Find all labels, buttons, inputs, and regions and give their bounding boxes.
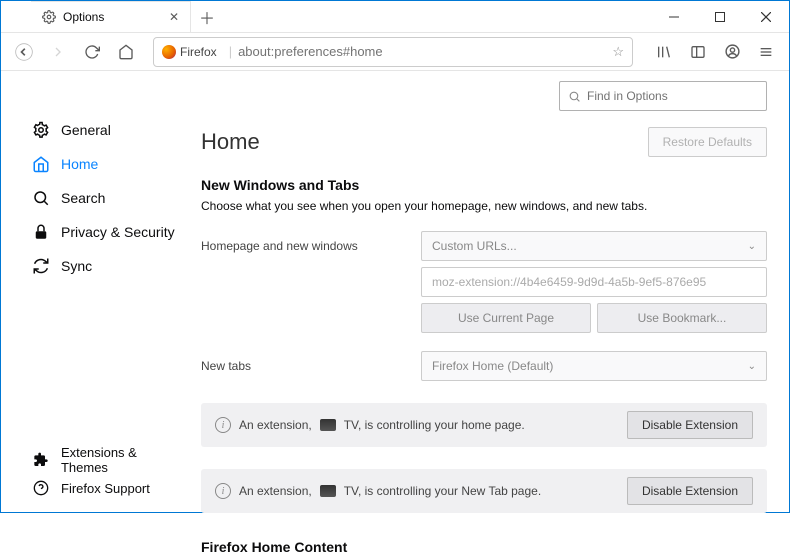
homepage-label: Homepage and new windows xyxy=(201,239,397,253)
titlebar: Options ✕ ＋ xyxy=(1,1,789,33)
bookmark-star-icon[interactable]: ☆ xyxy=(612,44,624,60)
sidebar-firefox-support[interactable]: Firefox Support xyxy=(27,474,187,502)
tv-extension-icon xyxy=(320,485,336,497)
restore-defaults-button[interactable]: Restore Defaults xyxy=(648,127,767,157)
library-button[interactable] xyxy=(649,37,679,67)
sidebar-extensions-themes[interactable]: Extensions & Themes xyxy=(27,446,187,474)
extension-warning-newtab: i An extension, TV, is controlling your … xyxy=(201,469,767,513)
use-bookmark-button[interactable]: Use Bookmark... xyxy=(597,303,767,333)
browser-tab[interactable]: Options ✕ xyxy=(31,1,191,32)
sidebar-item-home[interactable]: Home xyxy=(27,147,187,181)
preferences-sidebar: General Home Search Privacy & Security S… xyxy=(1,71,187,514)
content: Find in Options Home Restore Defaults Ne… xyxy=(187,71,789,514)
url-text: about:preferences#home xyxy=(238,44,383,59)
chevron-down-icon: ⌄ xyxy=(748,361,756,372)
new-tab-button[interactable]: ＋ xyxy=(193,3,221,31)
sidebar-item-sync[interactable]: Sync xyxy=(27,249,187,283)
forward-button[interactable] xyxy=(43,37,73,67)
lock-icon xyxy=(31,222,51,242)
gear-icon xyxy=(31,120,51,140)
info-icon: i xyxy=(215,483,231,499)
gear-icon xyxy=(41,9,57,25)
sidebar-bottom: Extensions & Themes Firefox Support xyxy=(27,446,187,502)
close-window-button[interactable] xyxy=(743,1,789,33)
extension-warning-home: i An extension, TV, is controlling your … xyxy=(201,403,767,447)
newtabs-label: New tabs xyxy=(201,359,397,373)
homepage-select[interactable]: Custom URLs... ⌄ xyxy=(421,231,767,261)
info-icon: i xyxy=(215,417,231,433)
sidebar-toggle-button[interactable] xyxy=(683,37,713,67)
sidebar-item-privacy[interactable]: Privacy & Security xyxy=(27,215,187,249)
maximize-button[interactable] xyxy=(697,1,743,33)
firefox-logo-icon xyxy=(162,45,176,59)
minimize-button[interactable] xyxy=(651,1,697,33)
home-button[interactable] xyxy=(111,37,141,67)
chevron-down-icon: ⌄ xyxy=(748,241,756,252)
close-tab-icon[interactable]: ✕ xyxy=(166,9,182,25)
reload-button[interactable] xyxy=(77,37,107,67)
address-bar[interactable]: Firefox | about:preferences#home ☆ xyxy=(153,37,633,67)
section-heading: New Windows and Tabs xyxy=(201,177,767,193)
find-placeholder: Find in Options xyxy=(587,89,668,103)
section-description: Choose what you see when you open your h… xyxy=(201,199,767,213)
homepage-url-input[interactable]: moz-extension://4b4e6459-9d9d-4a5b-9ef5-… xyxy=(421,267,767,297)
disable-extension-button[interactable]: Disable Extension xyxy=(627,477,753,505)
tab-title: Options xyxy=(63,10,104,24)
search-icon xyxy=(568,90,581,103)
sidebar-item-general[interactable]: General xyxy=(27,113,187,147)
sync-icon xyxy=(31,256,51,276)
home-icon xyxy=(31,154,51,174)
use-current-page-button[interactable]: Use Current Page xyxy=(421,303,591,333)
identity-badge: Firefox xyxy=(162,45,217,59)
account-button[interactable] xyxy=(717,37,747,67)
question-icon xyxy=(31,478,51,498)
homepage-row: Homepage and new windows Custom URLs... … xyxy=(201,231,767,261)
section-heading-2: Firefox Home Content xyxy=(201,539,767,555)
puzzle-icon xyxy=(31,450,51,470)
newtabs-select[interactable]: Firefox Home (Default) ⌄ xyxy=(421,351,767,381)
newtabs-row: New tabs Firefox Home (Default) ⌄ xyxy=(201,351,767,381)
back-button[interactable] xyxy=(9,37,39,67)
tv-extension-icon xyxy=(320,419,336,431)
main: General Home Search Privacy & Security S… xyxy=(1,71,789,514)
app-menu-button[interactable] xyxy=(751,37,781,67)
search-icon xyxy=(31,188,51,208)
find-in-options[interactable]: Find in Options xyxy=(559,81,767,111)
window-controls xyxy=(651,1,789,33)
toolbar: Firefox | about:preferences#home ☆ xyxy=(1,33,789,71)
sidebar-item-search[interactable]: Search xyxy=(27,181,187,215)
disable-extension-button[interactable]: Disable Extension xyxy=(627,411,753,439)
